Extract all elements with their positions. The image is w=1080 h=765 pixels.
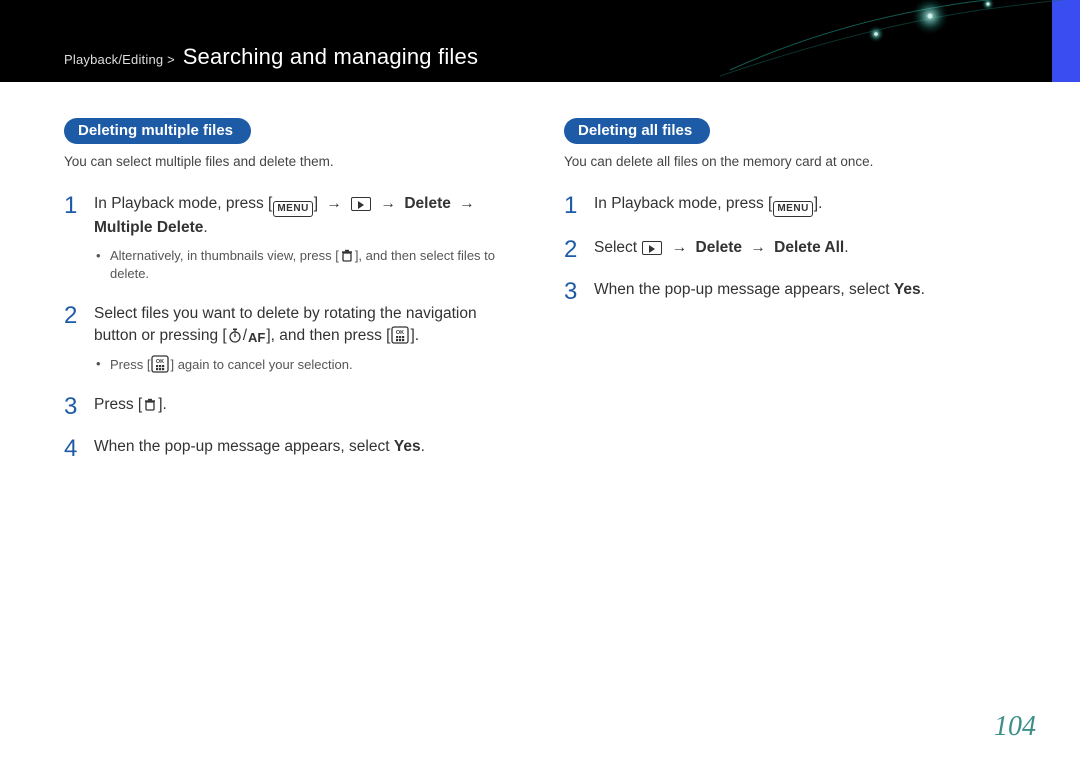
trash-icon xyxy=(340,249,354,263)
step-number: 3 xyxy=(64,390,77,424)
step-text: In Playback mode, press [MENU] → → Delet… xyxy=(94,195,479,236)
section-heading-left: Deleting multiple files xyxy=(64,118,251,144)
sub-item: Press [OK] again to cancel your selectio… xyxy=(94,355,516,374)
playback-icon xyxy=(642,241,662,255)
step-number: 3 xyxy=(564,275,577,309)
trash-icon xyxy=(143,398,157,412)
manual-page: Playback/Editing > Searching and managin… xyxy=(0,0,1080,765)
page-number: 104 xyxy=(994,711,1036,743)
af-icon: AF xyxy=(248,329,265,347)
right-column: Deleting all files You can delete all fi… xyxy=(564,118,1016,478)
step-number: 1 xyxy=(564,189,577,223)
step-3-right: 3 When the pop-up message appears, selec… xyxy=(564,279,1016,301)
timer-icon xyxy=(228,328,242,344)
left-column: Deleting multiple files You can select m… xyxy=(64,118,516,478)
step-number: 4 xyxy=(64,432,77,466)
step-1-left: 1 In Playback mode, press [MENU] → → Del… xyxy=(64,193,516,283)
step-2-sub: Press [OK] again to cancel your selectio… xyxy=(94,355,516,374)
page-title: Searching and managing files xyxy=(183,44,478,69)
content-columns: Deleting multiple files You can select m… xyxy=(0,82,1080,478)
step-2-left: 2 Select files you want to delete by rot… xyxy=(64,303,516,374)
section-intro-left: You can select multiple files and delete… xyxy=(64,154,516,169)
step-number: 2 xyxy=(64,299,77,333)
step-1-right: 1 In Playback mode, press [MENU]. xyxy=(564,193,1016,217)
section-heading-right: Deleting all files xyxy=(564,118,710,144)
step-number: 1 xyxy=(64,189,77,223)
step-1-sub: Alternatively, in thumbnails view, press… xyxy=(94,247,516,283)
ok-button-icon: OK xyxy=(151,355,169,373)
step-text: Select files you want to delete by rotat… xyxy=(94,305,477,344)
page-header: Playback/Editing > Searching and managin… xyxy=(0,0,1080,82)
svg-text:OK: OK xyxy=(396,330,404,336)
step-3-left: 3 Press []. xyxy=(64,394,516,416)
step-text: In Playback mode, press [MENU]. xyxy=(594,195,822,212)
menu-button-icon: MENU xyxy=(773,201,812,217)
breadcrumb: Playback/Editing > Searching and managin… xyxy=(64,44,478,70)
ok-button-icon: OK xyxy=(391,326,409,344)
step-text: When the pop-up message appears, select … xyxy=(594,281,925,298)
section-intro-right: You can delete all files on the memory c… xyxy=(564,154,1016,169)
step-text: When the pop-up message appears, select … xyxy=(94,438,425,455)
step-text: Press []. xyxy=(94,396,167,413)
menu-button-icon: MENU xyxy=(273,201,312,217)
steps-left: 1 In Playback mode, press [MENU] → → Del… xyxy=(64,193,516,458)
sparkle-decoration xyxy=(720,0,1080,82)
step-2-right: 2 Select → Delete → Delete All. xyxy=(564,237,1016,259)
steps-right: 1 In Playback mode, press [MENU]. 2 Sele… xyxy=(564,193,1016,300)
step-4-left: 4 When the pop-up message appears, selec… xyxy=(64,436,516,458)
breadcrumb-section: Playback/Editing > xyxy=(64,52,175,67)
playback-icon xyxy=(351,197,371,211)
sub-item: Alternatively, in thumbnails view, press… xyxy=(94,247,516,283)
svg-text:OK: OK xyxy=(156,359,164,365)
step-number: 2 xyxy=(564,233,577,267)
step-text: Select → Delete → Delete All. xyxy=(594,239,849,256)
section-tab xyxy=(1052,0,1080,82)
